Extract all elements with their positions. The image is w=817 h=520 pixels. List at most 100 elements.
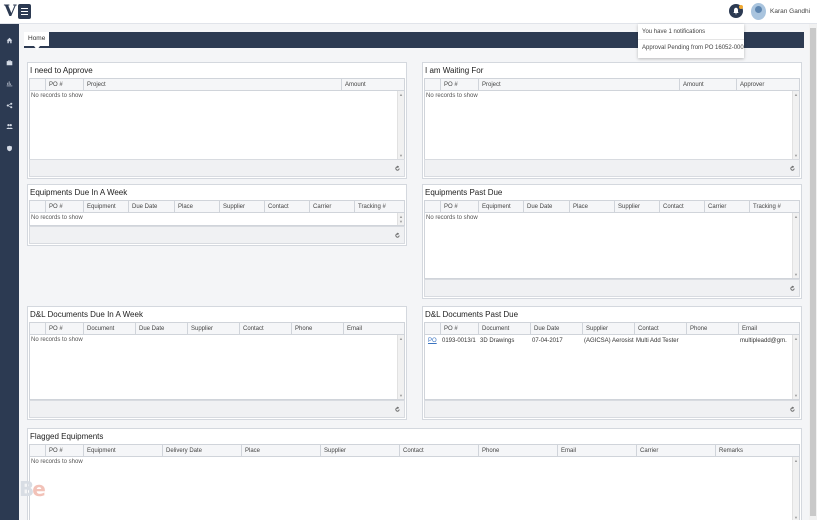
refresh-icon[interactable] xyxy=(394,232,401,239)
refresh-icon[interactable] xyxy=(394,406,401,413)
column-header[interactable]: Project xyxy=(478,79,679,91)
column-header[interactable]: Equipment xyxy=(83,201,128,213)
column-header[interactable]: PO # xyxy=(440,79,478,91)
column-header[interactable]: Due Date xyxy=(135,323,187,335)
column-header[interactable]: Contact xyxy=(659,201,704,213)
column-header[interactable]: Tracking # xyxy=(354,201,398,213)
grid-header: PO # Document Due Date Supplier Contact … xyxy=(30,323,404,335)
grid-header: PO # Project Amount xyxy=(30,79,404,91)
notification-badge xyxy=(739,5,743,9)
column-header[interactable]: Email xyxy=(343,323,398,335)
po-number-cell: 0193-0013/1 xyxy=(442,338,476,344)
dl-due-grid: PO # Document Due Date Supplier Contact … xyxy=(29,322,405,400)
notification-summary: You have 1 notifications xyxy=(642,29,706,35)
panel-title: D&L Documents Past Due xyxy=(425,310,519,319)
tab-home[interactable]: Home xyxy=(24,32,50,50)
refresh-icon[interactable] xyxy=(394,165,401,172)
users-icon[interactable] xyxy=(0,116,19,138)
column-header[interactable]: Carrier xyxy=(704,201,749,213)
column-header[interactable]: Due Date xyxy=(530,323,582,335)
column-header[interactable]: Email xyxy=(738,323,793,335)
page-scrollbar[interactable] xyxy=(809,24,817,520)
dl-past-grid: PO # Document Due Date Supplier Contact … xyxy=(424,322,800,400)
shield-icon[interactable] xyxy=(0,138,19,160)
column-header[interactable]: PO # xyxy=(440,323,478,335)
equip-due-grid: PO # Equipment Due Date Place Supplier C… xyxy=(29,200,405,226)
grid-body: No records to show xyxy=(425,213,799,278)
briefcase-icon[interactable] xyxy=(0,52,19,74)
column-header[interactable]: Supplier xyxy=(187,323,239,335)
grid-scrollbar[interactable] xyxy=(397,213,404,225)
grid-footer xyxy=(424,400,800,418)
table-row[interactable]: PO 0193-0013/1 3D Drawings 07-04-2017 (A… xyxy=(425,335,792,349)
panel-title: I am Waiting For xyxy=(425,66,484,75)
phone-cell xyxy=(685,335,738,347)
brand-watermark-logo: Be xyxy=(19,477,46,501)
column-header[interactable]: Supplier xyxy=(582,323,634,335)
grid-body: PO 0193-0013/1 3D Drawings 07-04-2017 (A… xyxy=(425,335,799,399)
column-header[interactable]: PO # xyxy=(45,445,83,457)
column-header[interactable]: Carrier xyxy=(309,201,354,213)
column-header[interactable]: Carrier xyxy=(636,445,715,457)
column-header[interactable]: Document xyxy=(83,323,135,335)
column-header[interactable]: PO # xyxy=(45,201,83,213)
po-link[interactable]: PO xyxy=(425,335,440,347)
user-avatar[interactable] xyxy=(751,3,766,20)
grid-body: No records to show xyxy=(425,91,799,159)
refresh-icon[interactable] xyxy=(789,285,796,292)
column-header[interactable]: Amount xyxy=(679,79,736,91)
share-icon[interactable] xyxy=(0,95,19,117)
column-header[interactable]: Document xyxy=(478,323,530,335)
grid-scrollbar[interactable] xyxy=(397,91,404,159)
grid-scrollbar[interactable] xyxy=(397,335,404,399)
grid-header: PO # Project Amount Approver xyxy=(425,79,799,91)
grid-header: PO # Equipment Delivery Date Place Suppl… xyxy=(30,445,799,457)
column-header[interactable]: Equipment xyxy=(478,201,523,213)
refresh-icon[interactable] xyxy=(789,165,796,172)
grid-body: No records to show xyxy=(30,335,404,399)
grid-scrollbar[interactable] xyxy=(792,91,799,159)
column-header[interactable]: Delivery Date xyxy=(162,445,241,457)
grid-footer xyxy=(29,400,405,418)
column-header[interactable]: Amount xyxy=(341,79,398,91)
panel-dl-documents-past-due: D&L Documents Past Due PO # Document Due… xyxy=(422,306,802,420)
menu-toggle-button[interactable] xyxy=(18,4,31,19)
top-header: V Karan Gandhi xyxy=(0,0,817,24)
column-header[interactable]: Due Date xyxy=(523,201,569,213)
column-header[interactable]: Supplier xyxy=(219,201,264,213)
empty-message: No records to show xyxy=(31,93,83,99)
column-header[interactable]: Equipment xyxy=(83,445,162,457)
bar-chart-icon[interactable] xyxy=(0,73,19,95)
column-header[interactable]: Place xyxy=(569,201,614,213)
column-header[interactable]: Phone xyxy=(291,323,343,335)
column-header[interactable]: Supplier xyxy=(320,445,399,457)
column-header[interactable]: Remarks xyxy=(715,445,793,457)
empty-message: No records to show xyxy=(31,215,83,221)
app-logo[interactable]: V xyxy=(4,3,16,19)
user-name[interactable]: Karan Gandhi xyxy=(770,8,810,15)
column-header[interactable]: Due Date xyxy=(128,201,174,213)
column-header[interactable]: PO # xyxy=(45,323,83,335)
column-header[interactable]: Supplier xyxy=(614,201,659,213)
column-header[interactable]: Project xyxy=(83,79,341,91)
refresh-icon[interactable] xyxy=(789,406,796,413)
grid-scrollbar[interactable] xyxy=(792,457,799,520)
grid-scrollbar[interactable] xyxy=(792,335,799,399)
column-header[interactable]: PO # xyxy=(45,79,83,91)
column-header[interactable]: Place xyxy=(241,445,320,457)
brand-letter-e: e xyxy=(32,477,46,501)
notification-item[interactable]: Approval Pending from PO 16052-000... xyxy=(638,39,744,52)
column-header[interactable]: Phone xyxy=(686,323,738,335)
column-header[interactable]: Contact xyxy=(264,201,309,213)
grid-scrollbar[interactable] xyxy=(792,213,799,278)
column-header[interactable]: Email xyxy=(557,445,636,457)
column-header[interactable]: Place xyxy=(174,201,219,213)
column-header[interactable]: Tracking # xyxy=(749,201,793,213)
column-header[interactable]: Contact xyxy=(399,445,478,457)
column-header[interactable]: Contact xyxy=(239,323,291,335)
column-header[interactable]: Contact xyxy=(634,323,686,335)
column-header[interactable]: Phone xyxy=(478,445,557,457)
column-header[interactable]: Approver xyxy=(736,79,793,91)
column-header[interactable]: PO # xyxy=(440,201,478,213)
home-icon[interactable] xyxy=(0,30,19,52)
